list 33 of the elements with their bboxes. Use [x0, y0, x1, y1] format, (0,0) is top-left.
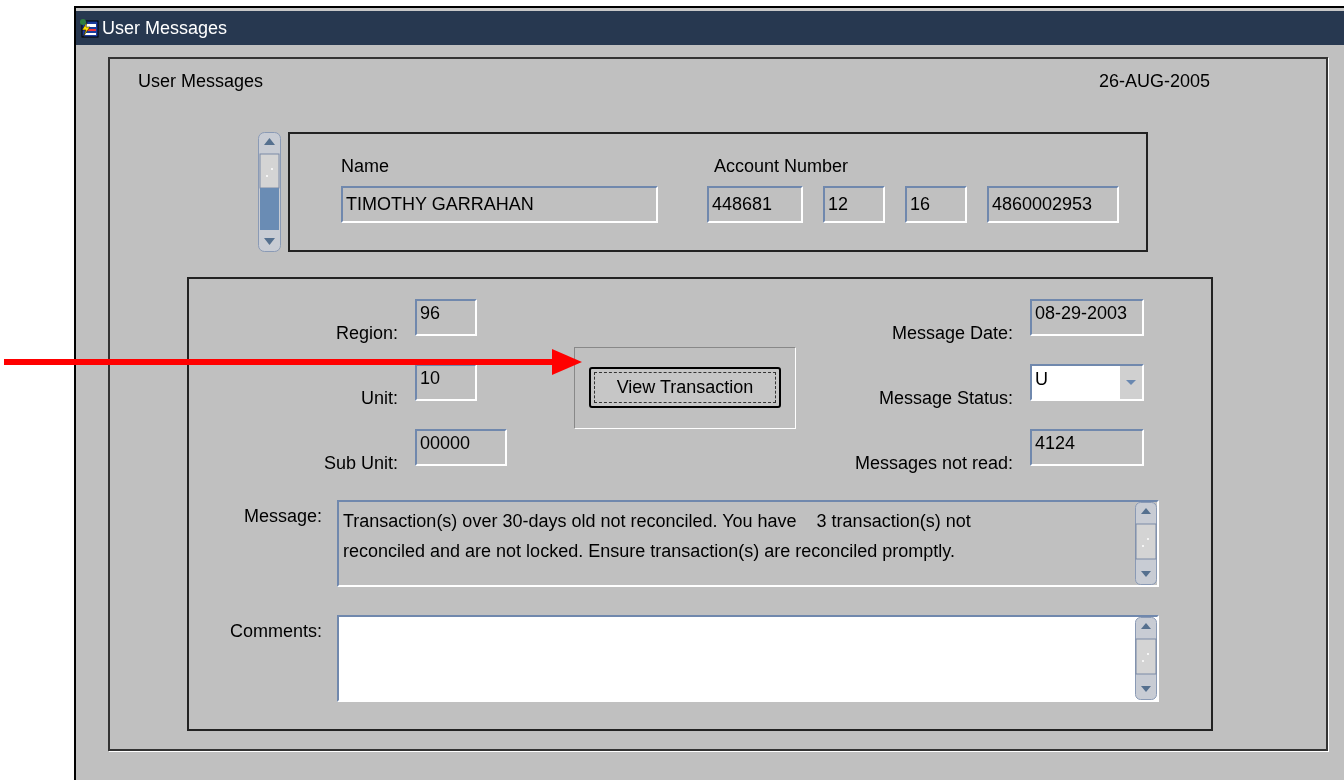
scrollbar[interactable]: [258, 132, 281, 252]
form-heading: User Messages: [138, 71, 264, 92]
view-transaction-button[interactable]: View Transaction: [589, 367, 781, 408]
field-label: Message Date:: [891, 323, 1014, 344]
account-number-field[interactable]: 4860002953: [987, 186, 1119, 223]
scrollbar[interactable]: [1135, 502, 1157, 585]
message-label: Message:: [242, 505, 322, 528]
field-label: Sub Unit:: [323, 453, 399, 474]
field-label: Unit:: [361, 388, 399, 409]
comments-field[interactable]: [337, 615, 1159, 702]
field-label: Message Status:: [878, 388, 1014, 409]
window-title: User Messages: [102, 17, 228, 39]
status-dropdown[interactable]: U: [1030, 364, 1144, 401]
account-number-field[interactable]: 448681: [707, 186, 803, 223]
account-number-label: Account Number: [714, 156, 850, 177]
name-field[interactable]: TIMOTHY GARRAHAN: [341, 186, 658, 223]
code-field[interactable]: 00000: [415, 429, 507, 466]
scrollbar[interactable]: [1135, 617, 1157, 700]
info-field[interactable]: 08-29-2003: [1030, 299, 1144, 336]
field-label: Region:: [335, 323, 399, 344]
name-label: Name: [341, 156, 390, 177]
comments-label: Comments:: [228, 620, 322, 643]
code-field[interactable]: 10: [415, 364, 477, 401]
account-number-field[interactable]: 16: [905, 186, 967, 223]
info-field[interactable]: 4124: [1030, 429, 1144, 466]
caret-icon: [1120, 366, 1142, 399]
field-label: Messages not read:: [854, 453, 1014, 474]
account-number-field[interactable]: 12: [823, 186, 885, 223]
form-date: 26-AUG-2005: [1098, 71, 1210, 92]
code-field[interactable]: 96: [415, 299, 477, 336]
message-field[interactable]: Transaction(s) over 30-days old not reconciled. You have 3 transaction(s) not reconciled and are not locked. Ensure transaction(s) are reconciled promptly.: [337, 500, 1159, 587]
app-icon: [79, 18, 99, 38]
message-text: Transaction(s) over 30-days old not reconciled. You have 3 transaction(s) not reconciled and are not locked. Ensure transaction(s) are reconciled promptly.: [342, 510, 972, 563]
